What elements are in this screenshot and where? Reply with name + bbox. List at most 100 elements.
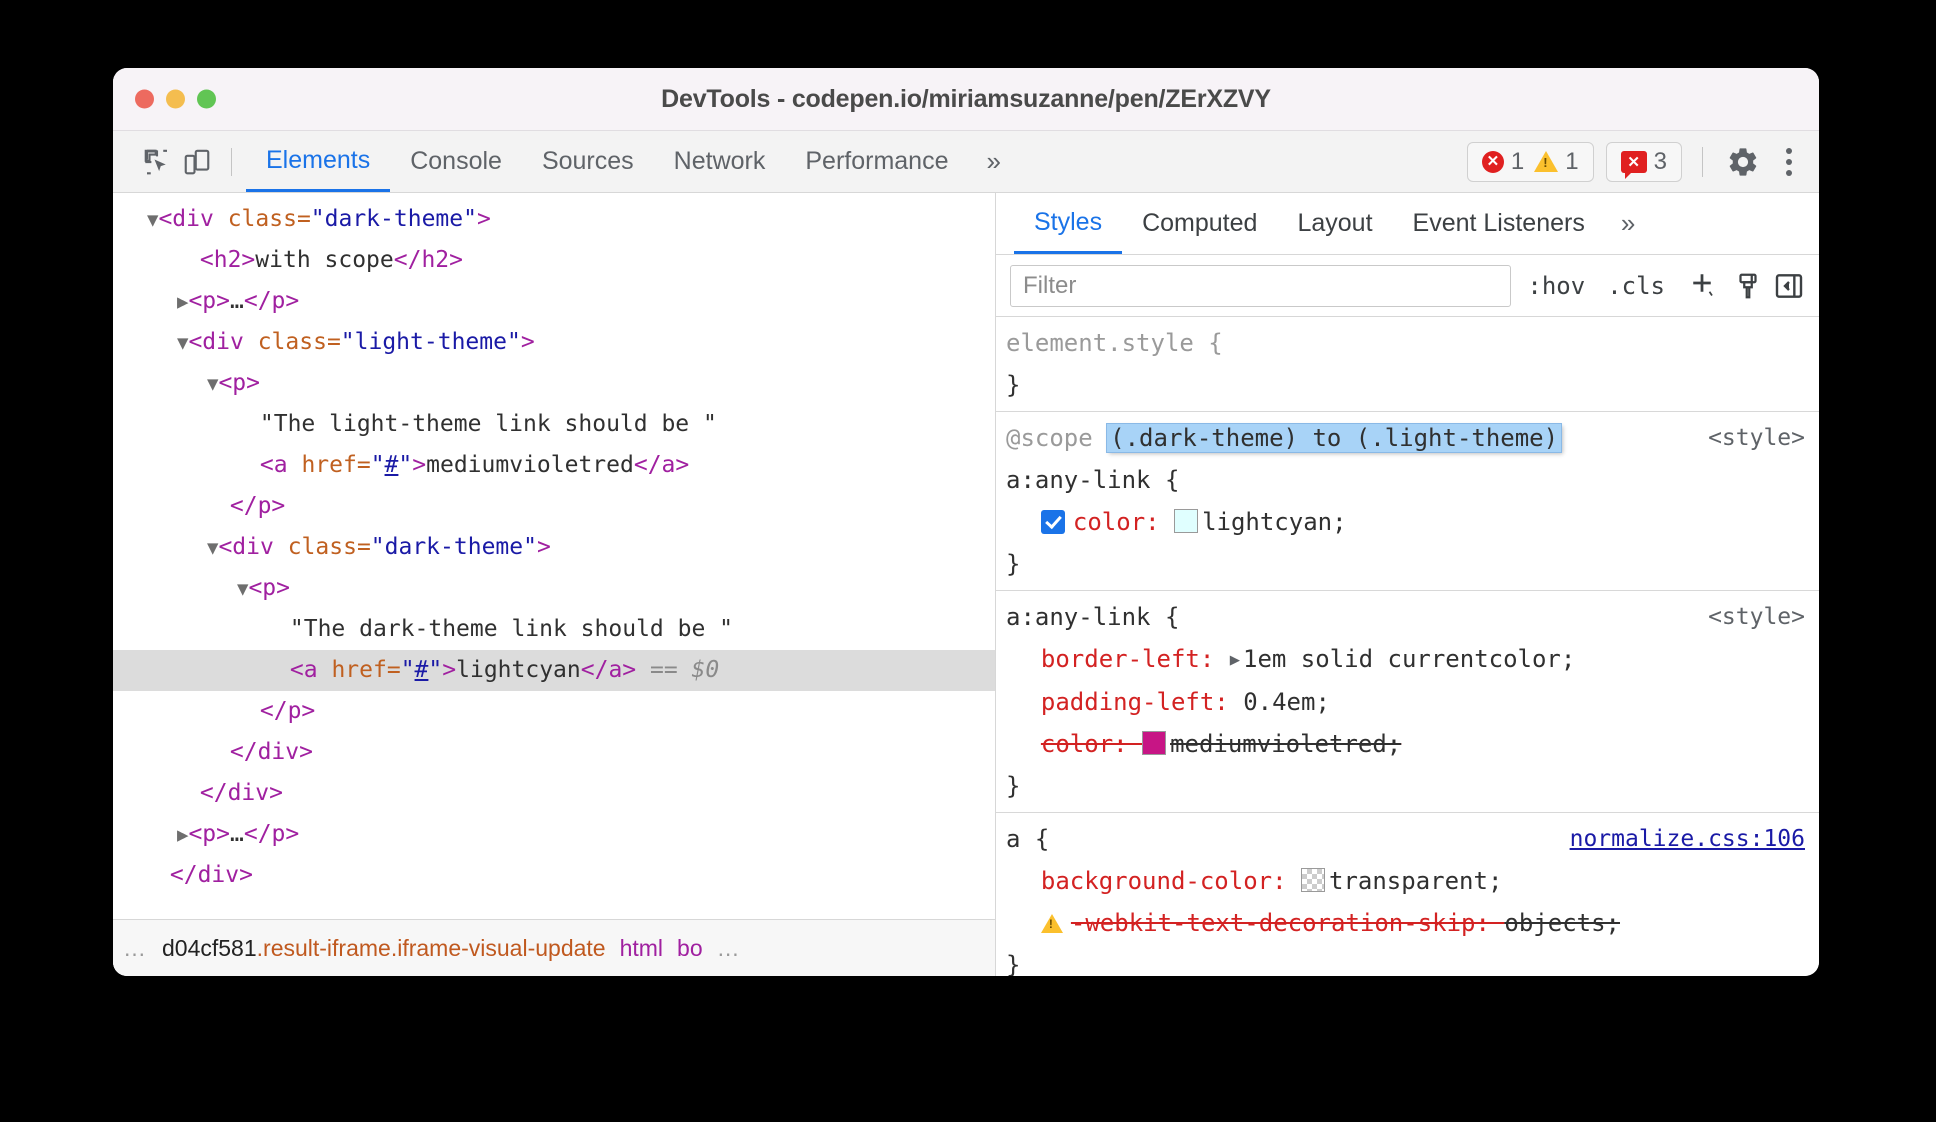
dom-row[interactable]: </div>	[113, 855, 995, 896]
tab-computed[interactable]: Computed	[1122, 193, 1277, 254]
rule-selector[interactable]: a {	[1006, 818, 1819, 860]
declaration-property[interactable]: padding-left:	[1041, 688, 1243, 716]
breadcrumb-trailing-ellipsis[interactable]: …	[717, 935, 742, 962]
dom-row[interactable]: <h2>with scope</h2>	[113, 240, 995, 281]
dom-breadcrumb[interactable]: … d04cf581.result-iframe.iframe-visual-u…	[113, 919, 995, 976]
tab-sources[interactable]: Sources	[522, 131, 654, 192]
dom-row[interactable]: </div>	[113, 773, 995, 814]
filter-input[interactable]: Filter	[1010, 264, 1512, 307]
dom-row[interactable]: ▼<p>	[113, 363, 995, 404]
dom-row[interactable]: ▶<p>…</p>	[113, 814, 995, 855]
tab-elements[interactable]: Elements	[246, 131, 391, 192]
tab-performance[interactable]: Performance	[785, 131, 968, 192]
rule-selector[interactable]: element.style {	[1006, 322, 1819, 364]
new-style-rule-button[interactable]	[1681, 268, 1723, 304]
dom-tree[interactable]: ▼<div class="dark-theme"> <h2>with scope…	[113, 193, 995, 919]
dom-row[interactable]: </p>	[113, 486, 995, 527]
tab-layout[interactable]: Layout	[1277, 193, 1392, 254]
tab-network[interactable]: Network	[654, 131, 786, 192]
dom-row[interactable]: ▼<div class="light-theme">	[113, 322, 995, 363]
css-rules-list[interactable]: element.style {} <style> @scope (.dark-the…	[996, 317, 1819, 976]
css-declaration[interactable]: border-left: ▶ 1em solid currentcolor;	[1006, 638, 1819, 681]
tab-console[interactable]: Console	[390, 131, 522, 192]
styles-more-tabs-chevron-icon[interactable]: »	[1605, 193, 1651, 254]
declaration-value[interactable]: 0.4em;	[1243, 688, 1330, 716]
declaration-enabled-checkbox[interactable]	[1040, 510, 1065, 534]
normalize-a-rule[interactable]: normalize.css:106 a { background-color: t…	[996, 813, 1819, 976]
breadcrumb-leading-ellipsis[interactable]: …	[123, 935, 148, 962]
twisty-expanded-icon[interactable]: ▼	[147, 209, 158, 231]
css-declaration[interactable]: -webkit-text-decoration-skip: objects;	[1006, 902, 1819, 944]
declaration-property[interactable]: border-left:	[1041, 645, 1229, 673]
twisty-expanded-icon[interactable]: ▼	[177, 332, 188, 354]
tab-styles[interactable]: Styles	[1014, 193, 1123, 254]
window-controls[interactable]	[135, 89, 216, 109]
dom-token-tag: </h2>	[393, 247, 464, 273]
at-scope-prelude[interactable]: (.dark-theme) to (.light-theme)	[1107, 424, 1562, 452]
twisty-expanded-icon[interactable]: ▼	[237, 578, 248, 600]
at-scope-line[interactable]: @scope (.dark-theme) to (.light-theme)	[1006, 417, 1819, 459]
tab-event-listeners[interactable]: Event Listeners	[1393, 193, 1605, 254]
minimize-window-button[interactable]	[166, 89, 185, 109]
dom-row[interactable]: </div>	[113, 732, 995, 773]
issues-badge[interactable]: ✕ 3	[1620, 148, 1667, 179]
dom-row[interactable]: ▼<div class="dark-theme">	[113, 527, 995, 568]
sidebar-toggle-icon[interactable]	[1773, 270, 1805, 302]
color-swatch[interactable]	[1142, 731, 1167, 755]
dom-row[interactable]: "The light-theme link should be "	[113, 404, 995, 445]
shorthand-expander-icon[interactable]: ▶	[1230, 639, 1240, 681]
css-declaration[interactable]: color: lightcyan;	[1006, 501, 1819, 543]
maximize-window-button[interactable]	[197, 89, 216, 109]
breadcrumb-item-html[interactable]: html	[620, 935, 663, 962]
declaration-property[interactable]: -webkit-text-decoration-skip:	[1071, 909, 1504, 937]
css-declaration[interactable]: background-color: transparent;	[1006, 860, 1819, 902]
declaration-value[interactable]: transparent;	[1329, 867, 1502, 895]
hov-toggle-button[interactable]: :hov	[1521, 272, 1591, 300]
declaration-property[interactable]: background-color:	[1041, 867, 1301, 895]
declaration-property[interactable]: color:	[1073, 508, 1174, 536]
dom-token-tag: >	[520, 329, 535, 355]
declaration-property[interactable]: color:	[1041, 730, 1142, 758]
dom-token-txt: …	[230, 821, 244, 847]
color-swatch[interactable]	[1174, 509, 1199, 533]
dom-row[interactable]: ▼<p>	[113, 568, 995, 609]
inspect-cursor-icon[interactable]	[137, 142, 177, 182]
issues-badge-group[interactable]: ✕ 3	[1605, 141, 1682, 182]
cls-toggle-button[interactable]: .cls	[1601, 272, 1671, 300]
error-warning-badge-group[interactable]: ✕ 1 1	[1466, 141, 1594, 182]
dom-row[interactable]: <a href="#">mediumvioletred</a>	[113, 445, 995, 486]
dom-row[interactable]: ▼<div class="dark-theme">	[113, 199, 995, 240]
twisty-collapsed-icon[interactable]: ▶	[177, 824, 188, 846]
dom-row[interactable]: "The dark-theme link should be "	[113, 609, 995, 650]
warning-icon	[1534, 151, 1559, 172]
declaration-value[interactable]: 1em solid currentcolor;	[1243, 645, 1575, 673]
breadcrumb-item-iframe[interactable]: d04cf581.result-iframe.iframe-visual-upd…	[162, 935, 606, 962]
declaration-value[interactable]: lightcyan;	[1202, 508, 1347, 536]
breadcrumb-item-body[interactable]: bo	[677, 935, 703, 962]
dom-token-tag: <p>	[248, 575, 290, 601]
paintbrush-icon[interactable]	[1733, 271, 1763, 301]
close-window-button[interactable]	[135, 89, 154, 109]
rule-selector[interactable]: a:any-link {	[1006, 596, 1819, 638]
color-swatch[interactable]	[1301, 868, 1325, 892]
dom-row[interactable]: ▶<p>…</p>	[113, 281, 995, 322]
kebab-menu-icon[interactable]	[1775, 142, 1803, 182]
rule-selector[interactable]: a:any-link {	[1006, 459, 1819, 501]
more-tabs-chevron-icon[interactable]: »	[968, 131, 1018, 192]
twisty-expanded-icon[interactable]: ▼	[207, 373, 218, 395]
any-link-rule[interactable]: <style> a:any-link { border-left: ▶ 1em so…	[996, 591, 1819, 813]
declaration-value[interactable]: objects;	[1504, 909, 1620, 937]
device-toggle-icon[interactable]	[177, 142, 217, 182]
dom-row-selected[interactable]: <a href="#">lightcyan</a> == $0	[113, 650, 995, 691]
twisty-collapsed-icon[interactable]: ▶	[177, 291, 188, 313]
gear-icon[interactable]	[1723, 142, 1763, 182]
twisty-expanded-icon[interactable]: ▼	[207, 537, 218, 559]
element-style-rule[interactable]: element.style {}	[996, 317, 1819, 412]
css-declaration[interactable]: color: mediumvioletred;	[1006, 723, 1819, 765]
declaration-value[interactable]: mediumvioletred;	[1170, 730, 1401, 758]
error-badge[interactable]: ✕ 1	[1481, 148, 1524, 176]
dom-row[interactable]: </p>	[113, 691, 995, 732]
scoped-any-link-rule[interactable]: <style> @scope (.dark-theme) to (.light-t…	[996, 412, 1819, 591]
css-declaration[interactable]: padding-left: 0.4em;	[1006, 681, 1819, 723]
warning-badge[interactable]: 1	[1534, 148, 1579, 176]
